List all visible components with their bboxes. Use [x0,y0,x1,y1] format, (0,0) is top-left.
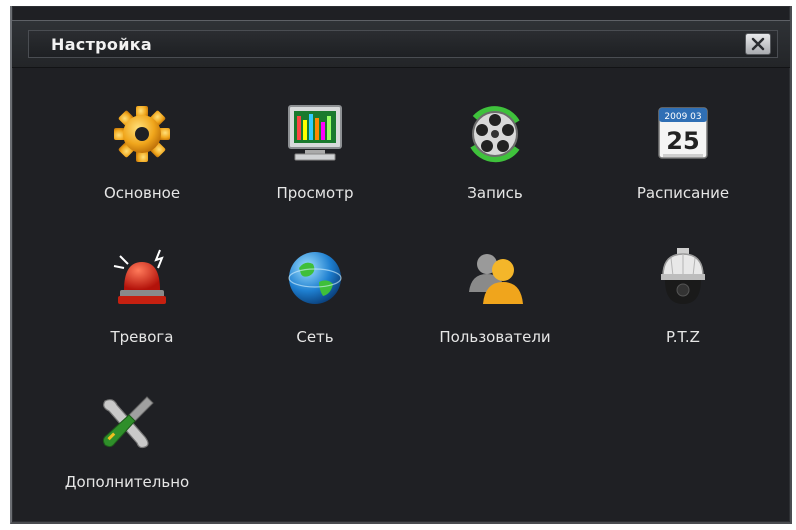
menu-item-record[interactable]: Запись [420,102,570,212]
calendar-month-text: 2009 03 [664,112,701,122]
tools-icon [102,396,154,449]
menu-item-ptz[interactable]: P.T.Z [608,246,758,356]
users-icon [469,254,523,304]
menu-item-network[interactable]: Сеть [240,246,390,356]
calendar-day-text: 25 [666,127,699,155]
menu-item-label: Сеть [296,328,334,346]
menu-item-label: Дополнительно [64,473,190,491]
window-title: Настройка [51,35,152,54]
monitor-icon [288,105,342,161]
menu-item-schedule[interactable]: 2009 03 25 Расписание [608,102,758,212]
film-reel-icon [470,106,520,163]
siren-icon [113,249,166,304]
menu-item-label: Пользователи [439,328,551,346]
menu-item-basic[interactable]: Основное [67,102,217,212]
dome-camera-icon [661,248,705,304]
calendar-icon: 2009 03 25 [658,107,708,159]
menu-item-label: Запись [467,184,523,202]
menu-item-users[interactable]: Пользователи [420,246,570,356]
close-button[interactable] [745,33,771,55]
menu-item-alarm[interactable]: Тревога [67,246,217,356]
menu-item-label: Тревога [110,328,174,346]
settings-window: Настройка Основное Просмотр Запись 2009 … [10,6,792,524]
title-bar-inner: Настройка [28,30,778,58]
globe-icon [288,252,342,304]
menu-item-label: Просмотр [276,184,354,202]
menu-item-label: P.T.Z [666,328,700,346]
menu-item-label: Расписание [636,184,730,202]
title-bar: Настройка [12,20,790,68]
menu-item-advanced[interactable]: Дополнительно [47,391,207,501]
menu-item-label: Основное [103,184,181,202]
menu-item-live[interactable]: Просмотр [240,102,390,212]
gear-icon [114,106,170,162]
close-icon [751,37,765,51]
